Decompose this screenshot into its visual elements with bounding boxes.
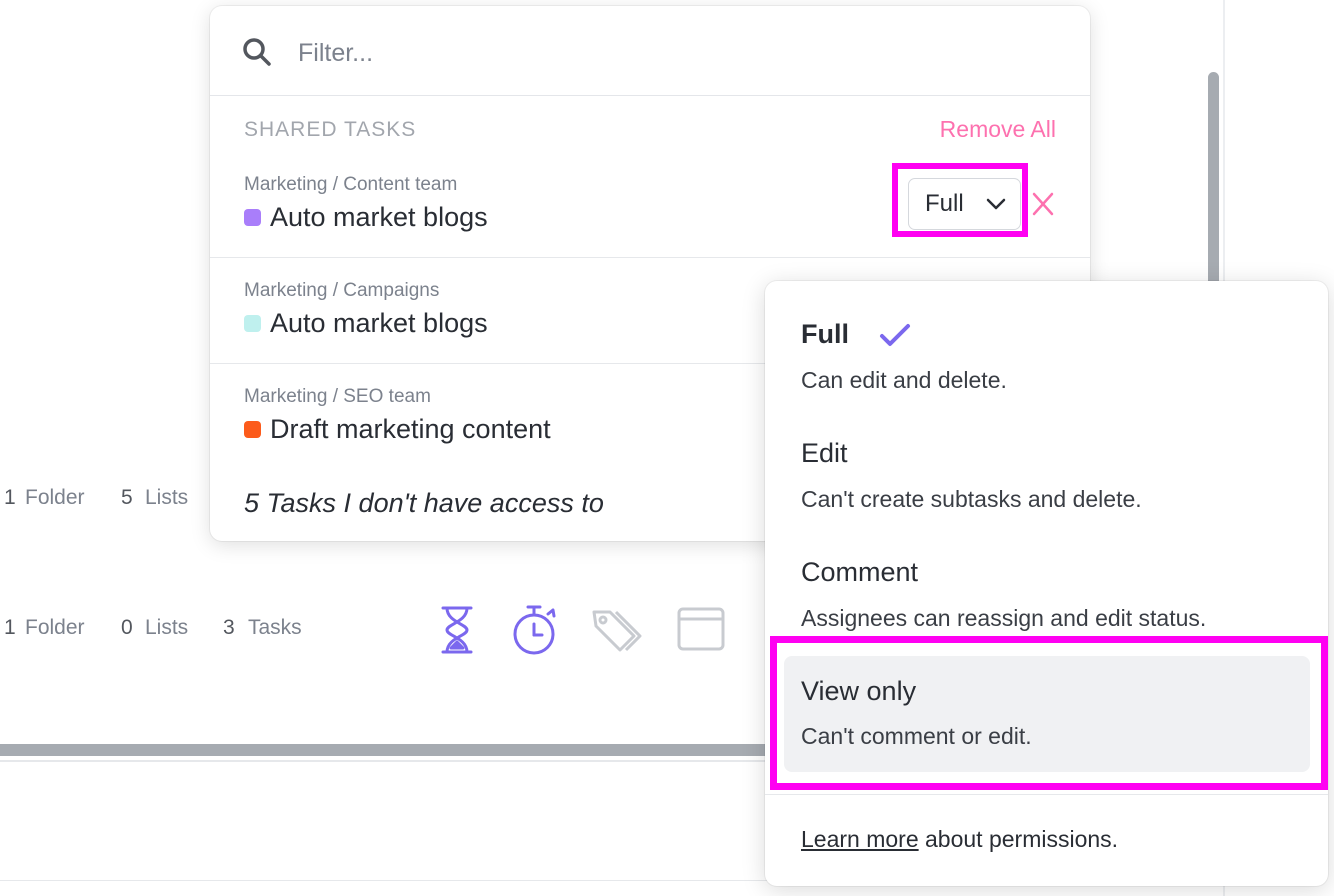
horizontal-scrollbar[interactable]: [0, 744, 770, 756]
feature-icons: [436, 604, 736, 656]
filter-bar: [210, 6, 1090, 96]
task-path: Marketing / SEO team: [244, 386, 431, 407]
view-only-highlight: [770, 636, 1328, 790]
option-title: Edit: [801, 438, 848, 468]
check-icon: [880, 324, 910, 346]
hourglass-icon[interactable]: [440, 604, 474, 656]
chevron-down-icon: [986, 198, 1006, 210]
learn-more-suffix: about permissions.: [925, 826, 1119, 852]
learn-more-text: Learn more about permissions.: [801, 826, 1118, 853]
folder-count: 1: [4, 616, 16, 639]
option-description: Assignees can reassign and edit status.: [801, 605, 1207, 631]
task-path: Marketing / Campaigns: [244, 280, 440, 301]
task-name: Auto market blogs: [270, 308, 488, 338]
permission-option-edit[interactable]: Edit Can't create subtasks and delete.: [765, 420, 1328, 538]
task-path: Marketing / Content team: [244, 174, 458, 195]
permission-option-full[interactable]: Full Can edit and delete.: [765, 301, 1328, 419]
lists-label: Lists: [145, 486, 189, 509]
tasks-label: Tasks: [248, 616, 302, 639]
permission-label: Full: [925, 190, 964, 217]
lists-label: Lists: [145, 616, 189, 639]
status-color-dot: [244, 209, 261, 226]
status-color-dot: [244, 421, 261, 438]
close-icon[interactable]: [1030, 190, 1054, 218]
option-description: Can edit and delete.: [801, 367, 1007, 393]
tags-icon[interactable]: [590, 604, 642, 656]
remove-all-button[interactable]: Remove All: [940, 116, 1056, 143]
option-description: Can't create subtasks and delete.: [801, 486, 1142, 512]
search-icon: [243, 38, 271, 66]
lists-count: 0: [121, 616, 133, 639]
option-title: Comment: [801, 557, 919, 587]
bottom-panel: [0, 762, 770, 881]
task-name: Auto market blogs: [270, 202, 488, 232]
divider: [765, 794, 1328, 795]
permission-menu: Full Can edit and delete. Edit Can't cre…: [765, 281, 1328, 886]
folder-label: Folder: [25, 486, 85, 509]
task-name: Draft marketing content: [270, 414, 551, 444]
learn-more-link[interactable]: Learn more: [801, 826, 919, 852]
lists-count: 5: [121, 486, 133, 509]
folder-count: 1: [4, 486, 16, 509]
stopwatch-icon[interactable]: [510, 604, 560, 656]
vertical-scrollbar[interactable]: [1208, 72, 1219, 292]
status-color-dot: [244, 315, 261, 332]
filter-input[interactable]: [296, 32, 1000, 74]
window-icon[interactable]: [676, 604, 726, 654]
section-title: SHARED TASKS: [244, 118, 417, 141]
tasks-count: 3: [223, 616, 235, 639]
permission-dropdown-button[interactable]: Full: [908, 178, 1021, 230]
no-access-link[interactable]: 5 Tasks I don't have access to: [244, 488, 604, 519]
option-title: Full: [801, 319, 849, 349]
folder-label: Folder: [25, 616, 85, 639]
